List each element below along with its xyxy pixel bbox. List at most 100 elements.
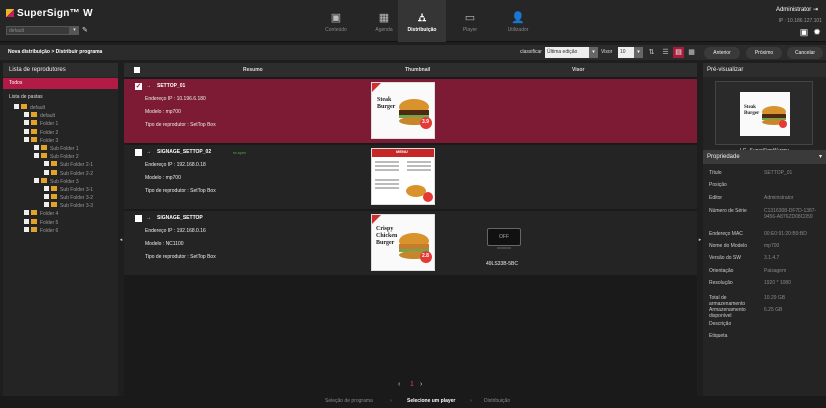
folder-checkbox[interactable] [44, 169, 49, 175]
chevron-left-icon[interactable]: ‹ [398, 381, 400, 388]
gear-icon[interactable]: ✹ [812, 27, 822, 37]
chevron-down-icon[interactable]: ▾ [589, 47, 598, 58]
distribution-icon: ⛼ [417, 12, 427, 24]
folder-tree-item[interactable]: Sub Folder 3-3 [14, 202, 118, 210]
folder-checkbox[interactable] [24, 128, 29, 134]
folder-tree-item[interactable]: Sub Folder 2-1 [14, 161, 118, 169]
folder-tree-item[interactable]: Folder 6 [14, 226, 118, 235]
folder-checkbox[interactable] [44, 161, 49, 167]
logout-icon[interactable]: ⇥ [813, 7, 818, 13]
page-number[interactable]: 1 [410, 381, 414, 388]
nav-player[interactable]: ▭ Player [446, 0, 494, 42]
folder-tree-item[interactable]: Sub Folder 3-2 [14, 194, 118, 202]
folder-tree-item[interactable]: Folder 3 [14, 136, 118, 145]
folder-icon [51, 202, 57, 208]
grid-view-icon[interactable]: ▦ [686, 47, 697, 58]
player-model: Modelo : NC1100 [145, 241, 184, 247]
site-select[interactable]: default [6, 26, 70, 35]
folder-checkbox[interactable] [14, 104, 19, 109]
folder-tree-item[interactable]: Sub Folder 2 [14, 153, 118, 161]
chevron-right-icon[interactable]: › [420, 381, 422, 388]
column-summary: Resumo [243, 67, 263, 73]
folder-icon [41, 153, 47, 159]
cancel-button[interactable]: Cancelar [787, 47, 823, 59]
folder-tree-item[interactable]: default [14, 112, 118, 120]
list-view-icon[interactable]: ☰ [660, 47, 671, 58]
preview-burger-image: Steak Burger [740, 92, 790, 136]
folder-checkbox[interactable] [24, 210, 29, 216]
player-icon: ▭ [464, 12, 476, 24]
folder-tree-item[interactable]: Folder 1 [14, 120, 118, 128]
folder-tree-item[interactable]: Sub Folder 1 [14, 144, 118, 153]
view-count-select[interactable]: 10 [618, 47, 634, 58]
folder-checkbox[interactable] [44, 185, 49, 191]
next-button[interactable]: Próximo [746, 47, 782, 59]
folder-icon [41, 144, 47, 150]
row-checkbox[interactable] [135, 149, 142, 156]
folder-checkbox[interactable] [34, 177, 39, 183]
all-players-item[interactable]: Todos [3, 78, 118, 89]
nav-label: Conteúdo [325, 27, 347, 33]
chevron-down-icon[interactable]: ▾ [70, 26, 79, 35]
nav-user[interactable]: 👤 Utilizador [494, 0, 542, 42]
logo-mark-icon [6, 9, 14, 17]
sort-select[interactable]: Última edição [545, 47, 589, 58]
folder-checkbox[interactable] [24, 112, 29, 118]
folder-tree-item[interactable]: default [14, 104, 118, 112]
folder-label: Sub Folder 1 [50, 145, 79, 152]
folder-tree-item[interactable]: Sub Folder 3 [14, 177, 118, 186]
folder-tree-item[interactable]: Sub Folder 3-1 [14, 185, 118, 194]
folder-checkbox[interactable] [24, 226, 29, 232]
folder-checkbox[interactable] [24, 136, 29, 142]
folder-label: Sub Folder 3-2 [60, 195, 94, 202]
thumbnail-title: Crispy Chicken Burger [376, 226, 398, 246]
user-icon: 👤 [511, 12, 525, 24]
property-key: Etiqueta [709, 333, 728, 339]
preview-image: Steak Burger [715, 81, 813, 145]
folder-icon [31, 218, 37, 224]
row-checkbox[interactable] [135, 215, 142, 222]
property-key: Nome do Modelo [709, 243, 748, 249]
arrow-icon: → [146, 83, 151, 89]
folder-icon [31, 226, 37, 232]
folder-tree-item[interactable]: Sub Folder 2-2 [14, 169, 118, 178]
content-thumbnail[interactable] [371, 148, 435, 205]
row-checkbox[interactable]: ✓ [135, 83, 142, 90]
ip-address: IP : 10.186.127.101 [778, 18, 822, 24]
folder-checkbox[interactable] [34, 144, 39, 150]
nav-distribution[interactable]: ⛼ Distribuição [398, 0, 446, 42]
select-all-checkbox[interactable] [134, 67, 140, 73]
folder-tree-item[interactable]: Folder 2 [14, 128, 118, 137]
folder-list-title: Lista de pastas [9, 94, 43, 100]
chevron-down-icon[interactable]: ▾ [634, 47, 643, 58]
folder-icon [41, 177, 47, 183]
nav-content[interactable]: ▣ Conteúdo [312, 0, 360, 42]
thumbnail-title: MENU [396, 149, 408, 154]
player-ip: Endereço IP : 192.168.0.18 [145, 162, 206, 168]
folder-label: Sub Folder 2-2 [60, 170, 94, 177]
detail-view-icon[interactable]: ▤ [673, 47, 684, 58]
step-arrow-icon: › [470, 398, 472, 404]
folder-checkbox[interactable] [44, 194, 49, 200]
properties-title[interactable]: Propriedade ▾ [703, 150, 826, 164]
folder-label: Folder 5 [40, 219, 59, 226]
chevron-down-icon[interactable]: ▾ [819, 150, 822, 164]
folder-checkbox[interactable] [34, 153, 39, 159]
sort-order-icon[interactable]: ⇅ [646, 47, 657, 58]
folder-checkbox[interactable] [24, 120, 29, 126]
edit-icon[interactable]: ✎ [82, 26, 91, 35]
monitor-icon[interactable]: ▣ [799, 27, 809, 37]
user-name[interactable]: Administrator ⇥ [776, 6, 818, 13]
folder-tree-item[interactable]: Folder 5 [14, 218, 118, 227]
app-logo: SuperSign™ W [6, 8, 93, 19]
previous-button[interactable]: Anterior [704, 47, 740, 59]
user-label: Administrator [775, 7, 812, 13]
property-value: mp700 [764, 243, 780, 249]
player-name: SIGNAGE_SETTOP [157, 215, 203, 221]
folder-tree: default default Folder 1 Folder 2 Folder 3 Su… [14, 104, 118, 235]
folder-checkbox[interactable] [44, 202, 49, 208]
player-type: Tipo de reprodutor : SetTop Box [145, 188, 216, 194]
property-key: Total de armazenamento [709, 295, 746, 307]
folder-tree-item[interactable]: Folder 4 [14, 210, 118, 218]
folder-checkbox[interactable] [24, 218, 29, 224]
